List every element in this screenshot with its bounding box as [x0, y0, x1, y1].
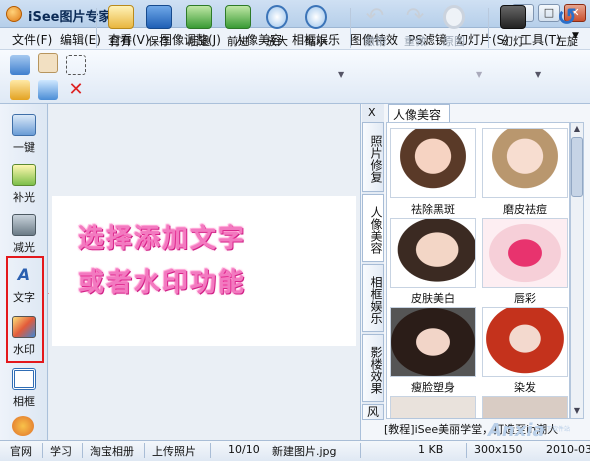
toolbar	[0, 50, 590, 104]
undo-arrow-icon: ↶	[365, 4, 385, 29]
status-official-link[interactable]: 官网	[10, 443, 32, 459]
menu-edit[interactable]: 编辑(E)	[60, 31, 101, 48]
darken-button[interactable]: 减光	[4, 210, 44, 258]
thumb-partial[interactable]	[390, 396, 476, 418]
toolbar-separator	[350, 8, 351, 48]
rotate-left-button[interactable]: ↺ 左旋	[547, 5, 587, 51]
tab-studio-effects[interactable]: 影楼效果	[362, 334, 384, 402]
thumb-whiten-skin[interactable]	[390, 218, 476, 288]
label-smooth-skin: 磨皮祛痘	[503, 203, 547, 216]
window-title: iSee图片专家	[28, 10, 112, 25]
frame-button[interactable]: 相框	[4, 364, 44, 412]
brighten-icon	[12, 164, 36, 186]
panel-close-button[interactable]: X	[368, 106, 376, 119]
save-disk-icon	[146, 5, 172, 29]
status-separator	[210, 443, 211, 458]
status-separator	[82, 443, 83, 458]
back-image-icon	[186, 5, 212, 29]
export-icon[interactable]	[38, 80, 58, 100]
redo-arrow-icon: ↷	[405, 4, 425, 29]
zoom-dropdown-icon[interactable]: ▼	[338, 70, 344, 79]
watermark-subtext: 安下软件站	[540, 426, 571, 433]
status-file-size: 1 KB	[418, 443, 444, 456]
status-date: 2010-03	[546, 443, 590, 456]
status-filename: 新建图片.jpg	[272, 445, 337, 458]
tab-more[interactable]: 风	[362, 404, 384, 420]
undo-button[interactable]: ↶ 撤销	[355, 5, 395, 51]
toolbar-separator	[488, 8, 489, 48]
film-icon	[500, 5, 526, 29]
forward-button[interactable]: 前进	[218, 5, 258, 51]
tab-portrait-beauty[interactable]: 人像美容	[362, 194, 384, 262]
label-whiten-skin: 皮肤美白	[411, 292, 455, 305]
thumb-smooth-skin[interactable]	[482, 128, 568, 198]
app-icon	[6, 6, 22, 22]
select-tool-icon[interactable]	[66, 55, 86, 75]
label-lip-color: 唇彩	[514, 292, 536, 305]
overlay-text-line1: 选择添加文字	[78, 224, 247, 254]
highlight-box	[6, 256, 44, 363]
thumb-lip-color[interactable]	[482, 218, 568, 288]
zoom-in-icon	[266, 5, 288, 29]
scroll-down-icon[interactable]: ▼	[571, 405, 583, 417]
status-taobao-link[interactable]: 淘宝相册	[90, 443, 134, 459]
original-icon	[443, 5, 465, 29]
frame-icon	[12, 368, 36, 390]
rotate-left-icon: ↺	[556, 3, 578, 31]
brighten-button[interactable]: 补光	[4, 160, 44, 208]
zoom-in-button[interactable]: 放大	[257, 5, 297, 51]
overlay-text-line2: 或者水印功能	[78, 268, 247, 298]
darken-icon	[12, 214, 36, 236]
status-separator	[466, 443, 467, 458]
one-click-button[interactable]: 一键	[4, 110, 44, 158]
thumbnail-view-icon[interactable]	[10, 55, 30, 75]
panel-title-tab: 人像美容	[388, 104, 450, 122]
thumb-hair-dye[interactable]	[482, 307, 568, 377]
original-button[interactable]: 原图	[434, 5, 474, 51]
thumb-partial[interactable]	[482, 396, 568, 418]
menu-file[interactable]: 文件(F)	[12, 31, 52, 48]
thumb-remove-spots[interactable]	[390, 128, 476, 198]
scroll-thumb[interactable]	[571, 137, 583, 197]
status-dimensions: 300x150	[474, 443, 523, 456]
original-dropdown-icon[interactable]: ▼	[476, 70, 482, 79]
palette-icon[interactable]	[12, 416, 34, 436]
back-button[interactable]: 后退	[179, 5, 219, 51]
status-upload-link[interactable]: 上传照片	[152, 443, 196, 459]
one-click-icon	[12, 114, 36, 136]
open-folder-icon	[108, 5, 134, 29]
toolbar-separator	[96, 8, 97, 48]
slideshow-button[interactable]: 幻灯	[493, 5, 533, 51]
save-button[interactable]: 保存	[139, 5, 179, 51]
status-learn-link[interactable]: 学习	[50, 443, 72, 459]
redo-button[interactable]: ↷ 重做	[395, 5, 435, 51]
status-separator	[360, 443, 361, 458]
watermark-logo: Anxia	[488, 420, 545, 441]
label-hair-dye: 染发	[514, 381, 536, 394]
status-separator	[144, 443, 145, 458]
status-page-count: 10/10	[228, 443, 260, 456]
delete-icon[interactable]: ✕	[66, 80, 86, 100]
status-separator	[42, 443, 43, 458]
folder-small-icon[interactable]	[10, 80, 30, 100]
zoom-out-icon	[305, 5, 327, 29]
forward-image-icon	[225, 5, 251, 29]
thumb-slim-face[interactable]	[390, 307, 476, 377]
scroll-up-icon[interactable]: ▲	[571, 123, 583, 135]
hand-tool-icon[interactable]	[38, 53, 58, 73]
tab-frames-fun[interactable]: 相框娱乐	[362, 264, 384, 332]
tab-photo-repair[interactable]: 照片修复	[362, 122, 384, 192]
label-remove-spots: 祛除黑斑	[411, 203, 455, 216]
label-slim-face: 瘦脸塑身	[411, 381, 455, 394]
open-button[interactable]: 打开	[101, 5, 141, 51]
zoom-out-button[interactable]: 缩小	[296, 5, 336, 51]
slideshow-dropdown-icon[interactable]: ▼	[535, 70, 541, 79]
